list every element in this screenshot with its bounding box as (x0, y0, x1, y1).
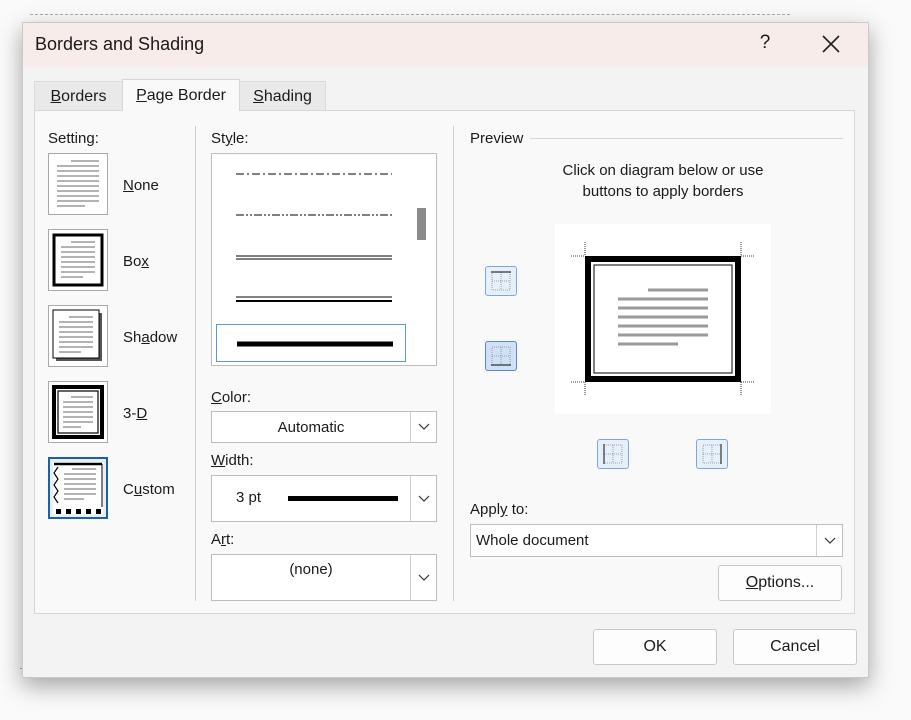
chevron-down-icon[interactable] (410, 476, 436, 521)
apply-to-label: Apply to: (470, 501, 529, 518)
top-border-icon[interactable] (485, 266, 517, 296)
close-icon[interactable] (818, 31, 844, 57)
setting-none-label[interactable]: None (123, 177, 159, 194)
borders-and-shading-dialog: Borders and Shading ? Borders Page Borde… (22, 22, 869, 678)
right-border-icon[interactable] (696, 439, 728, 469)
options-label: ptions... (758, 574, 815, 591)
style-option-double[interactable] (216, 238, 406, 276)
column-separator (195, 126, 196, 601)
width-dropdown[interactable]: 3 pt (211, 475, 437, 522)
tab-borders[interactable]: Borders (34, 81, 123, 111)
setting-custom-label[interactable]: Custom (123, 481, 175, 498)
setting-box-label[interactable]: Box (123, 253, 149, 270)
tab-page-border[interactable]: Page Border (122, 79, 240, 111)
bottom-border-icon[interactable] (485, 341, 517, 371)
width-preview-line (288, 496, 398, 501)
preview-instructions: Click on diagram below or use buttons to… (513, 160, 813, 202)
setting-box-icon[interactable] (48, 229, 108, 291)
setting-label: Setting: (48, 130, 99, 147)
art-label: Art: (211, 531, 235, 548)
art-value: (none) (289, 561, 333, 578)
tab-shading-accesskey: S (253, 88, 264, 105)
style-option-thin-thick[interactable] (216, 280, 406, 318)
ok-button[interactable]: OK (593, 629, 717, 665)
setting-none-icon[interactable] (48, 153, 108, 215)
apply-to-dropdown[interactable]: Whole document (470, 524, 843, 557)
width-label: Width: (211, 452, 254, 469)
style-option-thick[interactable] (216, 324, 406, 362)
color-dropdown[interactable]: Automatic (211, 411, 437, 443)
dialog-title: Borders and Shading (35, 34, 205, 54)
help-button[interactable]: ? (755, 32, 775, 56)
style-listbox[interactable] (211, 153, 437, 366)
style-option-dash-dot[interactable] (216, 155, 406, 193)
preview-instruction-line: Click on diagram below or use (562, 162, 764, 179)
chevron-down-icon[interactable] (410, 412, 436, 442)
tab-page-border-label: age Border (146, 87, 226, 104)
title-bar: Borders and Shading ? (23, 23, 868, 67)
width-value: 3 pt (236, 489, 262, 506)
chevron-down-icon[interactable] (410, 555, 436, 600)
setting-custom-icon[interactable] (48, 457, 108, 519)
setting-shadow-icon[interactable] (48, 305, 108, 367)
tab-borders-label: orders (61, 88, 107, 105)
tab-shading-label: hading (263, 88, 312, 105)
preview-label: Preview (470, 130, 524, 147)
tab-borders-accesskey: B (50, 88, 62, 105)
color-label: Color: (211, 389, 252, 406)
tab-shading[interactable]: Shading (239, 81, 326, 111)
style-label: Style: (211, 130, 249, 147)
style-option-dash-dot-dot[interactable] (216, 196, 406, 234)
options-accesskey: O (745, 574, 759, 591)
color-value: Automatic (277, 419, 345, 436)
left-border-icon[interactable] (597, 439, 629, 469)
tab-page-border-accesskey: P (136, 87, 147, 104)
style-scrollbar-thumb[interactable] (417, 208, 426, 240)
chevron-down-icon[interactable] (816, 525, 842, 556)
setting-3d-icon[interactable] (48, 381, 108, 443)
preview-divider (530, 138, 843, 139)
art-dropdown[interactable]: (none) (211, 554, 437, 601)
column-separator (453, 126, 454, 601)
preview-diagram[interactable] (555, 224, 771, 414)
setting-shadow-label[interactable]: Shadow (123, 329, 177, 346)
setting-3d-label[interactable]: 3-D (123, 405, 147, 422)
options-button[interactable]: Options... (718, 565, 842, 601)
cancel-button[interactable]: Cancel (733, 629, 857, 665)
apply-to-value: Whole document (476, 532, 589, 549)
preview-instruction-line: buttons to apply borders (582, 183, 744, 200)
